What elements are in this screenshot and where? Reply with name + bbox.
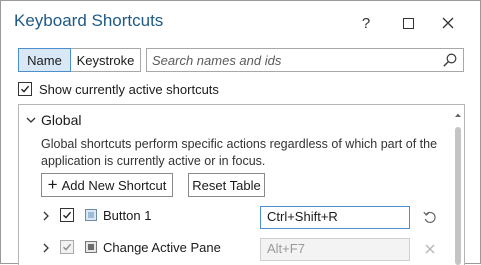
search-input[interactable]: Search names and ids <box>146 48 464 72</box>
scrollbar-thumb[interactable] <box>455 127 461 265</box>
title-bar: Keyboard Shortcuts ? <box>1 1 480 43</box>
maximize-icon <box>402 17 414 29</box>
shortcuts-panel: Global Global shortcuts perform specific… <box>18 104 465 265</box>
help-button[interactable]: ? <box>353 10 379 36</box>
close-button[interactable] <box>435 10 461 36</box>
checkmark-icon <box>21 85 30 93</box>
chevron-down-icon[interactable] <box>25 114 37 126</box>
filter-name-button[interactable]: Name <box>18 48 71 72</box>
checkmark-icon <box>63 211 72 219</box>
vertical-scrollbar[interactable] <box>452 105 464 265</box>
reset-icon[interactable] <box>422 209 438 225</box>
search-icon[interactable] <box>442 52 458 68</box>
filter-mode-toggle: Name Keystroke <box>18 48 141 72</box>
group-description: Global shortcuts perform specific action… <box>41 137 438 168</box>
shortcut-enabled-checkbox[interactable] <box>60 240 74 254</box>
button-command-icon <box>85 209 97 221</box>
reset-table-button[interactable]: Reset Table <box>188 173 265 197</box>
chevron-right-icon[interactable] <box>41 243 51 253</box>
shortcut-name: Change Active Pane <box>103 240 221 255</box>
pane-command-icon <box>85 241 97 253</box>
add-shortcut-label: Add New Shortcut <box>61 177 167 193</box>
scroll-up-icon[interactable] <box>454 111 462 119</box>
clear-icon[interactable] <box>422 241 438 257</box>
maximize-button[interactable] <box>395 10 421 36</box>
keyboard-shortcuts-dialog: Keyboard Shortcuts ? Name Keystroke Sear… <box>0 0 481 265</box>
shortcut-enabled-checkbox[interactable] <box>60 208 74 222</box>
shortcut-keys-input[interactable]: Alt+F7 <box>260 238 410 261</box>
shortcut-name: Button 1 <box>103 208 152 223</box>
checkmark-icon <box>63 243 72 251</box>
show-active-label: Show currently active shortcuts <box>39 82 219 97</box>
search-placeholder: Search names and ids <box>152 53 282 68</box>
add-shortcut-button[interactable]: + Add New Shortcut <box>41 173 173 197</box>
close-icon <box>442 17 454 29</box>
chevron-right-icon[interactable] <box>41 211 51 221</box>
dialog-title: Keyboard Shortcuts <box>14 11 164 30</box>
filter-keystroke-button[interactable]: Keystroke <box>71 48 141 72</box>
shortcut-keys-input[interactable]: Ctrl+Shift+R <box>260 206 410 229</box>
plus-icon: + <box>47 174 58 194</box>
group-title: Global <box>41 112 82 128</box>
show-active-checkbox[interactable] <box>18 82 32 96</box>
